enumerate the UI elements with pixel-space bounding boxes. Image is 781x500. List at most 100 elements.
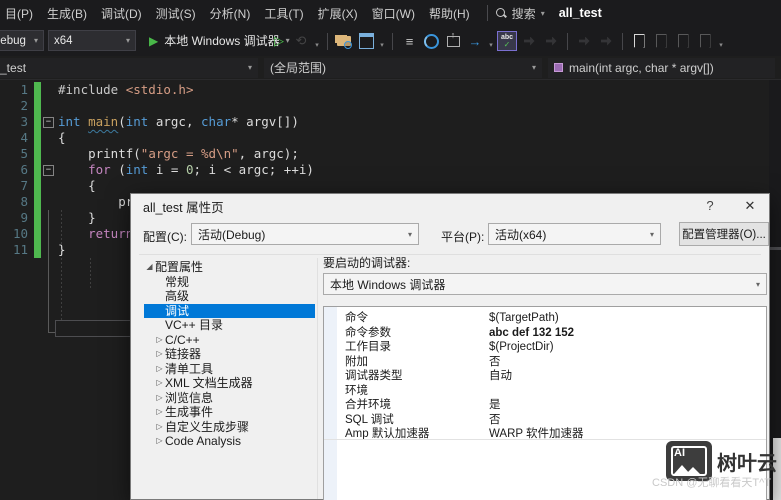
play-icon: ▶: [149, 34, 158, 48]
fold-collapse-icon[interactable]: −: [43, 165, 54, 176]
toolbar-overflow-icon[interactable]: ▾: [312, 31, 322, 51]
close-icon[interactable]: ✕: [739, 196, 761, 216]
tree-item-链接器[interactable]: ▷链接器: [144, 347, 315, 362]
code-token: ; i < argc; ++i): [194, 162, 314, 177]
tree-item-自定义生成步骤[interactable]: ▷自定义生成步骤: [144, 420, 315, 435]
property-row-工作目录[interactable]: 工作目录$(ProjectDir): [337, 340, 766, 355]
expanded-triangle-icon[interactable]: ◢: [144, 260, 155, 275]
property-value[interactable]: 否: [489, 355, 766, 370]
property-value[interactable]: $(ProjectDir): [489, 340, 766, 355]
code-token: }: [58, 242, 66, 257]
code-line-7[interactable]: 7 {: [0, 178, 781, 194]
run-without-debug-icon[interactable]: ▷: [269, 31, 289, 51]
tree-item-生成事件[interactable]: ▷生成事件: [144, 405, 315, 420]
menu-item-1[interactable]: 生成(B): [42, 5, 92, 22]
dialog-titlebar[interactable]: all_test 属性页: [131, 194, 769, 218]
install-package-icon[interactable]: [443, 31, 463, 51]
spell-check-icon[interactable]: abc✓: [497, 31, 517, 51]
scope-dropdown[interactable]: (全局范围) ▾: [264, 58, 542, 78]
property-value[interactable]: abc def 132 152: [489, 326, 766, 341]
member-dropdown[interactable]: main(int argc, char * argv[]): [548, 58, 775, 78]
menu-item-6[interactable]: 扩展(X): [313, 5, 363, 22]
property-row-环境[interactable]: 环境: [337, 384, 766, 399]
debugger-combo[interactable]: 本地 Windows 调试器 ▾: [323, 273, 767, 295]
menu-item-7[interactable]: 窗口(W): [367, 5, 420, 22]
collapsed-triangle-icon[interactable]: ▷: [154, 362, 165, 377]
collapsed-triangle-icon[interactable]: ▷: [154, 434, 165, 449]
tree-item-label: XML 文档生成器: [165, 376, 253, 391]
property-row-SQL 调试[interactable]: SQL 调试否: [337, 413, 766, 428]
fold-collapse-icon[interactable]: −: [43, 117, 54, 128]
menu-item-2[interactable]: 调试(D): [96, 5, 147, 22]
tree-item-label: 链接器: [165, 347, 201, 362]
property-value[interactable]: $(TargetPath): [489, 311, 766, 326]
tree-item-VC++ 目录[interactable]: VC++ 目录: [144, 318, 315, 333]
collapsed-triangle-icon[interactable]: ▷: [154, 391, 165, 406]
line-number: 9: [0, 210, 28, 226]
attach-icon: ⟲: [291, 31, 311, 51]
member-dropdown-value: main(int argc, char * argv[]): [569, 61, 714, 75]
scope-dropdown-value: (全局范围): [270, 59, 326, 76]
line-number: 2: [0, 98, 28, 114]
performance-monitor-icon[interactable]: [421, 31, 441, 51]
property-name: 命令: [337, 311, 489, 326]
menu-item-3[interactable]: 测试(S): [151, 5, 201, 22]
save-all-icon[interactable]: [356, 31, 376, 51]
toolbar-overflow-icon[interactable]: ▾: [377, 31, 387, 51]
code-token: int: [58, 114, 88, 129]
menu-item-0[interactable]: 目(P): [0, 5, 38, 22]
search-control[interactable]: 搜索 ▾: [496, 5, 545, 22]
collapsed-triangle-icon[interactable]: ▷: [154, 376, 165, 391]
export-icon[interactable]: →: [465, 31, 485, 51]
tree-item-C/C++[interactable]: ▷C/C++: [144, 333, 315, 348]
property-row-附加[interactable]: 附加否: [337, 355, 766, 370]
toolbar-overflow-icon[interactable]: ▾: [486, 31, 496, 51]
tree-item-XML 文档生成器[interactable]: ▷XML 文档生成器: [144, 376, 315, 391]
property-row-命令[interactable]: 命令$(TargetPath): [337, 311, 766, 326]
property-value[interactable]: [489, 384, 766, 399]
collapsed-triangle-icon[interactable]: ▷: [154, 420, 165, 435]
property-row-命令参数[interactable]: 命令参数abc def 132 152: [337, 326, 766, 341]
open-file-icon[interactable]: [334, 31, 354, 51]
tree-item-Code Analysis[interactable]: ▷Code Analysis: [144, 434, 315, 449]
menu-item-8[interactable]: 帮助(H): [424, 5, 475, 22]
menu-item-5[interactable]: 工具(T): [259, 5, 308, 22]
chevron-down-icon: ▾: [532, 63, 536, 72]
toggle-bookmark-icon[interactable]: [629, 31, 649, 51]
code-line-6[interactable]: 6− for (int i = 0; i < argc; ++i): [0, 162, 781, 178]
code-line-4[interactable]: 4{: [0, 130, 781, 146]
tree-item-常规[interactable]: 常规: [144, 275, 315, 290]
document-outline-icon[interactable]: ≡: [399, 31, 419, 51]
tree-item-高级[interactable]: 高级: [144, 289, 315, 304]
file-dropdown[interactable]: all_test ▾: [0, 58, 258, 78]
platform-combo[interactable]: x64 ▾: [48, 30, 136, 51]
property-row-调试器类型[interactable]: 调试器类型自动: [337, 369, 766, 384]
code-line-3[interactable]: 3−int main(int argc, char* argv[]): [0, 114, 781, 130]
chevron-down-icon: ▾: [26, 36, 38, 45]
collapsed-triangle-icon[interactable]: ▷: [154, 347, 165, 362]
menu-item-4[interactable]: 分析(N): [205, 5, 256, 22]
solution-config-value: Debug: [0, 35, 26, 47]
property-value[interactable]: 自动: [489, 369, 766, 384]
solution-config-combo[interactable]: Debug ▾: [0, 30, 44, 51]
property-value[interactable]: 否: [489, 413, 766, 428]
help-button[interactable]: ?: [699, 196, 721, 216]
code-line-1[interactable]: 1#include <stdio.h>: [0, 82, 781, 98]
collapsed-triangle-icon[interactable]: ▷: [154, 405, 165, 420]
code-line-5[interactable]: 5 printf("argc = %d\n", argc);: [0, 146, 781, 162]
editor-right-margin: [769, 80, 781, 500]
dialog-config-combo[interactable]: 活动(Debug) ▾: [191, 223, 419, 245]
property-value[interactable]: 是: [489, 398, 766, 413]
property-row-合并环境[interactable]: 合并环境是: [337, 398, 766, 413]
tree-item-浏览信息[interactable]: ▷浏览信息: [144, 391, 315, 406]
collapsed-triangle-icon[interactable]: ▷: [154, 333, 165, 348]
toolbar-overflow-icon[interactable]: ▾: [716, 31, 726, 51]
code-line-2[interactable]: 2: [0, 98, 781, 114]
tree-item-清单工具[interactable]: ▷清单工具: [144, 362, 315, 377]
tree-item-配置属性[interactable]: ◢配置属性: [144, 260, 315, 275]
dialog-platform-combo[interactable]: 活动(x64) ▾: [488, 223, 661, 245]
tree-item-调试[interactable]: 调试: [144, 304, 315, 319]
property-tree[interactable]: ◢配置属性常规高级调试VC++ 目录▷C/C++▷链接器▷清单工具▷XML 文档…: [144, 260, 315, 499]
config-manager-button[interactable]: 配置管理器(O)...: [679, 222, 769, 246]
vs-ide-window: 目(P)生成(B)调试(D)测试(S)分析(N)工具(T) 扩展(X)窗口(W)帮…: [0, 0, 781, 500]
